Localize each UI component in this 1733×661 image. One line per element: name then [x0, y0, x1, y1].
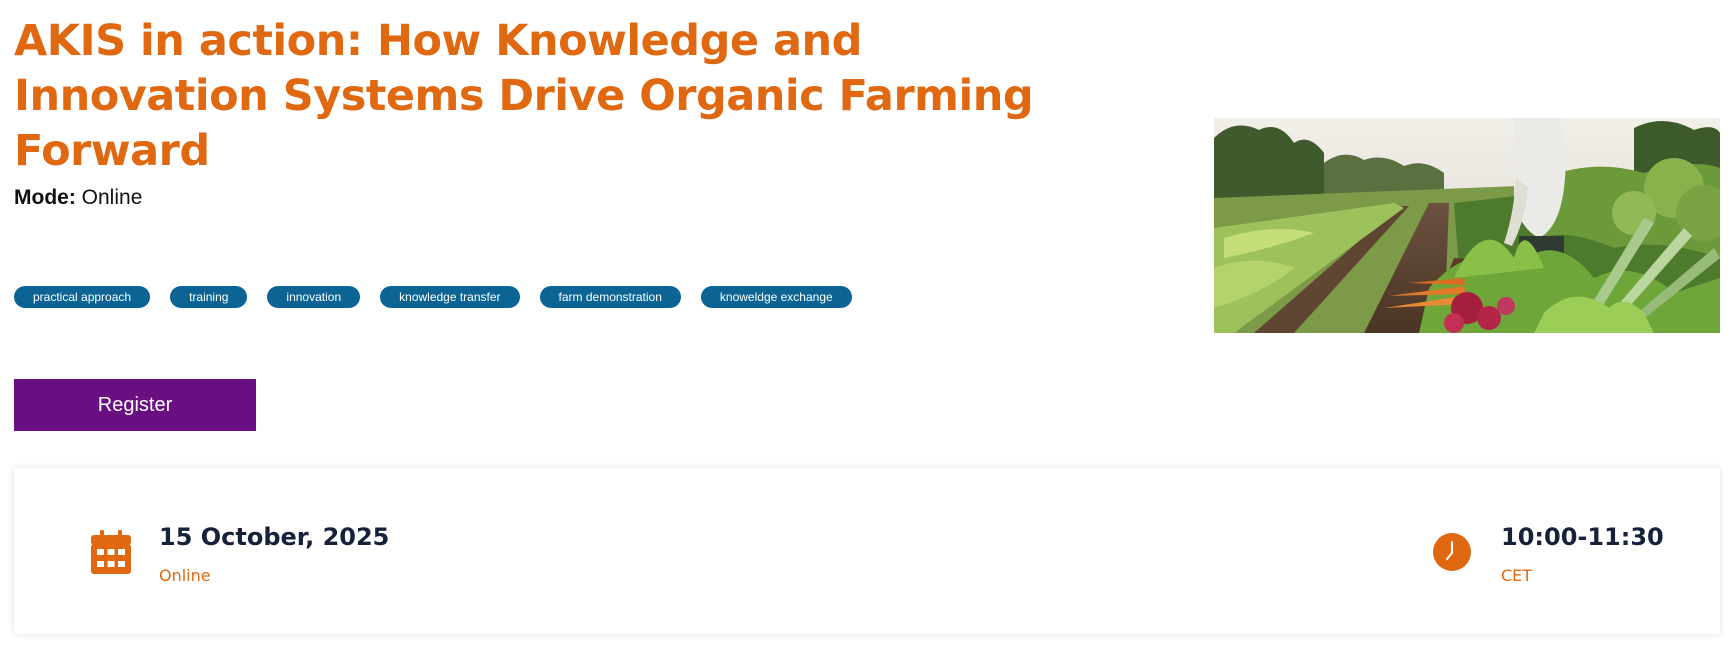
- tag-farm-demonstration[interactable]: farm demonstration: [539, 286, 681, 308]
- tag-list: practical approach training innovation k…: [14, 286, 852, 308]
- calendar-icon: [91, 530, 131, 574]
- event-time: 10:00-11:30: [1501, 523, 1664, 551]
- event-date: 15 October, 2025: [159, 523, 390, 551]
- mode-label: Mode:: [14, 186, 76, 209]
- tag-knowledge-transfer[interactable]: knowledge transfer: [380, 286, 520, 308]
- event-timezone: CET: [1501, 566, 1533, 585]
- tag-practical-approach[interactable]: practical approach: [14, 286, 151, 308]
- clock-icon: [1433, 533, 1471, 571]
- tag-training[interactable]: training: [170, 286, 248, 308]
- event-details-card: 15 October, 2025 Online 10:00-11:30 CET: [14, 468, 1720, 634]
- register-button[interactable]: Register: [14, 379, 256, 431]
- mode-value: Online: [81, 186, 143, 209]
- event-image: [1214, 118, 1720, 333]
- event-location: Online: [159, 566, 211, 585]
- event-mode: Mode: Online: [14, 184, 142, 212]
- event-title: AKIS in action: How Knowledge and Innova…: [14, 16, 1034, 176]
- tag-knowledge-exchange[interactable]: knoweldge exchange: [700, 286, 852, 308]
- tag-innovation[interactable]: innovation: [267, 286, 361, 308]
